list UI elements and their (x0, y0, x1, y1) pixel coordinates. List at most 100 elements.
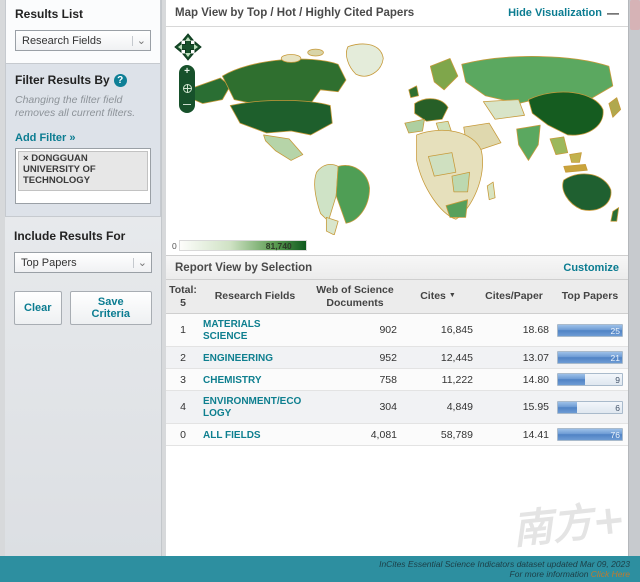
results-list-dropdown[interactable]: Research Fields ⌄ (15, 30, 151, 51)
sort-descending-icon: ▼ (448, 292, 456, 300)
footer-status-bar: InCites Essential Science Indicators dat… (0, 556, 640, 582)
row-rank: 4 (166, 390, 200, 425)
world-map-visualization[interactable] (172, 29, 622, 235)
top-papers-bar[interactable]: 6 (557, 400, 623, 414)
row-cites-per-paper: 13.07 (476, 346, 552, 370)
top-papers-bar[interactable]: 21 (557, 351, 623, 365)
row-rank: 2 (166, 346, 200, 370)
row-top-papers: 76 (552, 423, 628, 447)
row-docs: 4,081 (310, 423, 400, 447)
table-row: 4 ENVIRONMENT/ECOLOGY 304 4,849 15.95 6 (166, 390, 628, 425)
research-field-link[interactable]: CHEMISTRY (203, 375, 262, 386)
row-cites-per-paper: 14.80 (476, 368, 552, 392)
filter-by-label: Filter Results By? (15, 73, 151, 87)
zoom-in-button[interactable]: + (184, 67, 190, 77)
column-research-fields[interactable]: Research Fields (200, 280, 310, 315)
filter-tag-label: DONGGUAN UNIVERSITY OF TECHNOLOGY (23, 153, 96, 187)
customize-link[interactable]: Customize (563, 262, 619, 274)
row-docs: 952 (310, 346, 400, 370)
row-cites-per-paper: 15.95 (476, 390, 552, 425)
click-here-link[interactable]: Click Here (591, 569, 630, 579)
chevron-down-icon: ⌄ (131, 35, 146, 46)
results-list-value: Research Fields (22, 34, 102, 47)
report-view-title: Report View by Selection (175, 261, 313, 274)
top-papers-bar[interactable]: 25 (557, 323, 623, 337)
column-top-papers[interactable]: Top Papers (552, 280, 628, 315)
filter-tag-dongguan[interactable]: × DONGGUAN UNIVERSITY OF TECHNOLOGY (18, 151, 148, 192)
sidebar-buttons: Clear Save Criteria (5, 273, 161, 326)
globe-reset-button[interactable] (182, 83, 192, 93)
table-header-row: Total: 5 Research Fields Web of Science … (166, 280, 628, 315)
total-label: Total: (169, 284, 197, 296)
total-value: 5 (180, 296, 186, 309)
map-zoom-control: + — (179, 65, 195, 113)
row-top-papers: 9 (552, 368, 628, 392)
table-row: 0 ALL FIELDS 4,081 58,789 14.41 76 (166, 423, 628, 447)
top-papers-value: 9 (615, 375, 620, 386)
save-criteria-button[interactable]: Save Criteria (69, 291, 152, 326)
row-cites-per-paper: 14.41 (476, 423, 552, 447)
column-cites-per-paper[interactable]: Cites/Paper (476, 280, 552, 315)
row-top-papers: 25 (552, 313, 628, 348)
column-cites-sort[interactable]: Cites ▼ (400, 280, 476, 315)
map-view-title: Map View by Top / Hot / Highly Cited Pap… (175, 7, 415, 19)
report-view-header: Report View by Selection Customize (166, 255, 628, 280)
main-panel: Map View by Top / Hot / Highly Cited Pap… (166, 0, 628, 556)
scrollbar-thumb[interactable] (630, 0, 640, 30)
top-papers-bar-fill (558, 374, 585, 386)
filter-section: Filter Results By? Changing the filter f… (5, 64, 161, 218)
top-papers-bar[interactable]: 9 (557, 373, 623, 387)
table-row: 1 MATERIALS SCIENCE 902 16,845 18.68 25 (166, 313, 628, 348)
row-cites: 11,222 (400, 368, 476, 392)
top-papers-value: 21 (610, 353, 620, 364)
report-table: Total: 5 Research Fields Web of Science … (166, 280, 628, 447)
vertical-scrollbar[interactable] (628, 0, 640, 556)
map-controls: + — (174, 33, 202, 113)
research-field-link[interactable]: MATERIALS SCIENCE (203, 319, 261, 342)
top-papers-value: 25 (610, 325, 620, 336)
top-papers-value: 6 (615, 402, 620, 413)
row-top-papers: 6 (552, 390, 628, 425)
collapse-icon[interactable]: — (607, 6, 619, 20)
chevron-down-icon: ⌄ (132, 257, 147, 268)
map-area: + — 0 81,740 (166, 27, 628, 255)
row-docs: 902 (310, 313, 400, 348)
top-papers-bar[interactable]: 76 (557, 428, 623, 442)
row-rank: 1 (166, 313, 200, 348)
hide-visualization-link[interactable]: Hide Visualization (508, 7, 602, 19)
legend-gradient-bar: 81,740 (178, 240, 307, 251)
row-rank: 3 (166, 368, 200, 392)
map-view-header: Map View by Top / Hot / Highly Cited Pap… (166, 0, 628, 27)
help-icon[interactable]: ? (113, 74, 127, 87)
top-papers-value: 76 (610, 430, 620, 441)
filter-by-text: Filter Results By (15, 73, 110, 87)
filter-list-box: × DONGGUAN UNIVERSITY OF TECHNOLOGY (15, 148, 151, 205)
research-field-link[interactable]: ALL FIELDS (203, 430, 261, 441)
map-pan-control[interactable] (174, 33, 202, 61)
table-row: 2 ENGINEERING 952 12,445 13.07 21 (166, 346, 628, 370)
zoom-out-button[interactable]: — (183, 100, 191, 109)
legend-max-value: 81,740 (265, 241, 292, 251)
column-wos-documents[interactable]: Web of Science Documents (310, 280, 400, 315)
row-cites: 58,789 (400, 423, 476, 447)
legend-min-value: 0 (172, 240, 177, 251)
table-row: 3 CHEMISTRY 758 11,222 14.80 9 (166, 368, 628, 392)
cites-label: Cites (420, 290, 446, 303)
include-results-dropdown[interactable]: Top Papers ⌄ (14, 252, 152, 274)
remove-filter-icon[interactable]: × (23, 153, 29, 164)
filter-note: Changing the filter field removes all cu… (15, 94, 136, 120)
incites-esi-page: Results List Research Fields ⌄ Filter Re… (0, 0, 640, 582)
dataset-updated-text: InCites Essential Science Indicators dat… (379, 559, 630, 569)
include-results-label: Include Results For (14, 229, 126, 244)
row-docs: 304 (310, 390, 400, 425)
row-cites: 16,845 (400, 313, 476, 348)
more-info-prefix: For more information (509, 569, 591, 579)
research-field-link[interactable]: ENVIRONMENT/ECOLOGY (203, 396, 301, 419)
top-papers-bar-fill (558, 401, 578, 413)
research-field-link[interactable]: ENGINEERING (203, 353, 273, 364)
more-info-text: For more information Click Here (0, 569, 630, 579)
row-top-papers: 21 (552, 346, 628, 370)
clear-button[interactable]: Clear (14, 291, 62, 326)
map-legend: 0 81,740 (172, 240, 307, 251)
add-filter-link[interactable]: Add Filter » (15, 132, 76, 144)
